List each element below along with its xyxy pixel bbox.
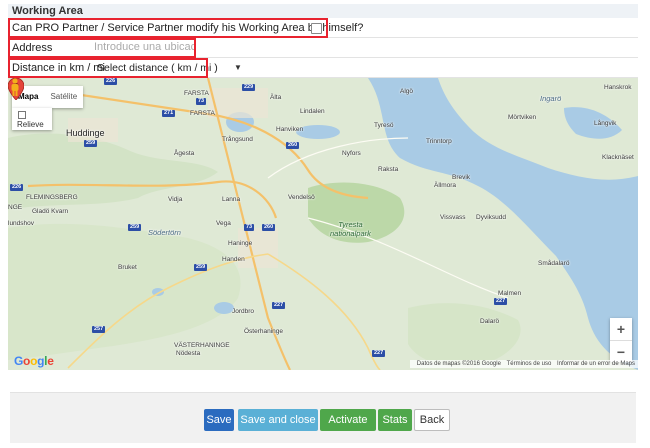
- road-shield: 257: [92, 326, 106, 333]
- activate-button[interactable]: Activate: [320, 409, 376, 431]
- google-logo: Google: [14, 354, 54, 368]
- road-shield: 259: [128, 224, 142, 231]
- place-label: Bruket: [118, 264, 137, 271]
- place-label: Ingarö: [540, 94, 562, 103]
- road-shield: 260: [286, 142, 300, 149]
- place-label: Vega: [216, 220, 231, 227]
- attribution-report-link[interactable]: Informar de un error de Maps: [557, 361, 635, 367]
- place-label: Nödesta: [176, 350, 201, 357]
- place-label: Nyfors: [342, 150, 361, 157]
- relief-toggle[interactable]: Relieve: [12, 108, 52, 130]
- place-label: Hanskrok: [604, 84, 632, 91]
- place-label: Malmen: [498, 290, 522, 297]
- map-type-satellite[interactable]: Satélite: [44, 86, 83, 108]
- place-label: Vendelsö: [288, 194, 315, 201]
- place-label: Klacknäset: [602, 154, 634, 161]
- place-label: Lanna: [222, 196, 241, 203]
- attribution-data: Datos de mapas ©2016 Google: [416, 361, 501, 367]
- road-shield: 260: [262, 224, 276, 231]
- place-label: Haninge: [228, 240, 253, 247]
- road-shield: 226: [104, 78, 118, 85]
- place-label: VÄSTERHANINGE: [174, 342, 230, 349]
- place-label: Ällmora: [434, 182, 457, 189]
- save-and-close-button[interactable]: Save and close: [238, 409, 318, 431]
- place-label: Smådalarö: [538, 260, 570, 267]
- place-label: Älta: [270, 94, 282, 101]
- place-label: Brevik: [452, 174, 471, 181]
- stats-button[interactable]: Stats: [378, 409, 412, 431]
- place-label: Huddinge: [66, 128, 105, 138]
- place-label: Österhaninge: [244, 328, 284, 335]
- place-label: Trinntorp: [426, 138, 452, 145]
- map-attribution: Datos de mapas ©2016 Google Términos de …: [409, 360, 638, 368]
- place-label: Algö: [400, 88, 414, 95]
- place-label: Raksta: [378, 166, 399, 173]
- place-label: FARSTA: [184, 90, 209, 97]
- action-bar: Save Save and close Activate Stats Back: [10, 392, 636, 443]
- park-label: Tyresta nationalpark: [330, 220, 371, 238]
- road-shield: 227: [494, 298, 508, 305]
- place-label: Gladö Kvarn: [32, 208, 69, 215]
- road-shield: 73: [244, 224, 255, 231]
- place-label: Jordbro: [232, 308, 255, 315]
- place-label: Vidja: [168, 196, 183, 203]
- place-label: FARSTA: [190, 110, 215, 117]
- place-label: Dyviksudd: [476, 214, 506, 221]
- road-shield: 226: [10, 184, 24, 191]
- place-label: Trångsund: [222, 136, 253, 143]
- road-shield: 271: [162, 110, 176, 117]
- relief-label: Relieve: [17, 120, 44, 129]
- highlight-box-modify: [8, 18, 328, 38]
- place-label: Dalarö: [480, 318, 500, 325]
- road-shield: 227: [272, 302, 286, 309]
- highlight-box-address: [8, 38, 196, 58]
- place-label: Hanviken: [276, 126, 304, 133]
- place-label: Ågesta: [174, 150, 195, 157]
- place-label: Södertörn: [148, 228, 181, 237]
- chevron-down-icon[interactable]: ▼: [234, 63, 242, 72]
- place-label: FLEMINGSBERG: [26, 194, 78, 201]
- place-label: Långvik: [594, 120, 617, 127]
- zoom-control: + −: [610, 318, 632, 362]
- place-label: Handen: [222, 256, 245, 263]
- road-shield: 227: [372, 350, 386, 357]
- relief-checkbox[interactable]: [18, 111, 26, 119]
- place-label: lundshov: [8, 220, 35, 227]
- zoom-in-button[interactable]: +: [610, 318, 632, 340]
- working-area-header: Working Area: [8, 4, 638, 18]
- road-shield: 259: [194, 264, 208, 271]
- street-view-pegman-icon[interactable]: [8, 78, 22, 96]
- road-shield: 73: [196, 98, 207, 105]
- place-label: NGE: [8, 204, 23, 211]
- place-label: Tyresö: [374, 122, 394, 129]
- highlight-box-distance: [8, 58, 208, 78]
- back-button[interactable]: Back: [414, 409, 450, 431]
- road-shield: 229: [242, 84, 256, 91]
- save-button[interactable]: Save: [204, 409, 234, 431]
- road-shield: 259: [84, 140, 98, 147]
- place-label: Mörtviken: [508, 114, 537, 121]
- place-label: Vissvass: [440, 214, 466, 221]
- map-view[interactable]: Mapa Satélite Relieve Huddinge FARSTA FA…: [8, 78, 638, 370]
- place-label: Lindalen: [300, 108, 325, 115]
- attribution-terms-link[interactable]: Términos de uso: [507, 361, 552, 367]
